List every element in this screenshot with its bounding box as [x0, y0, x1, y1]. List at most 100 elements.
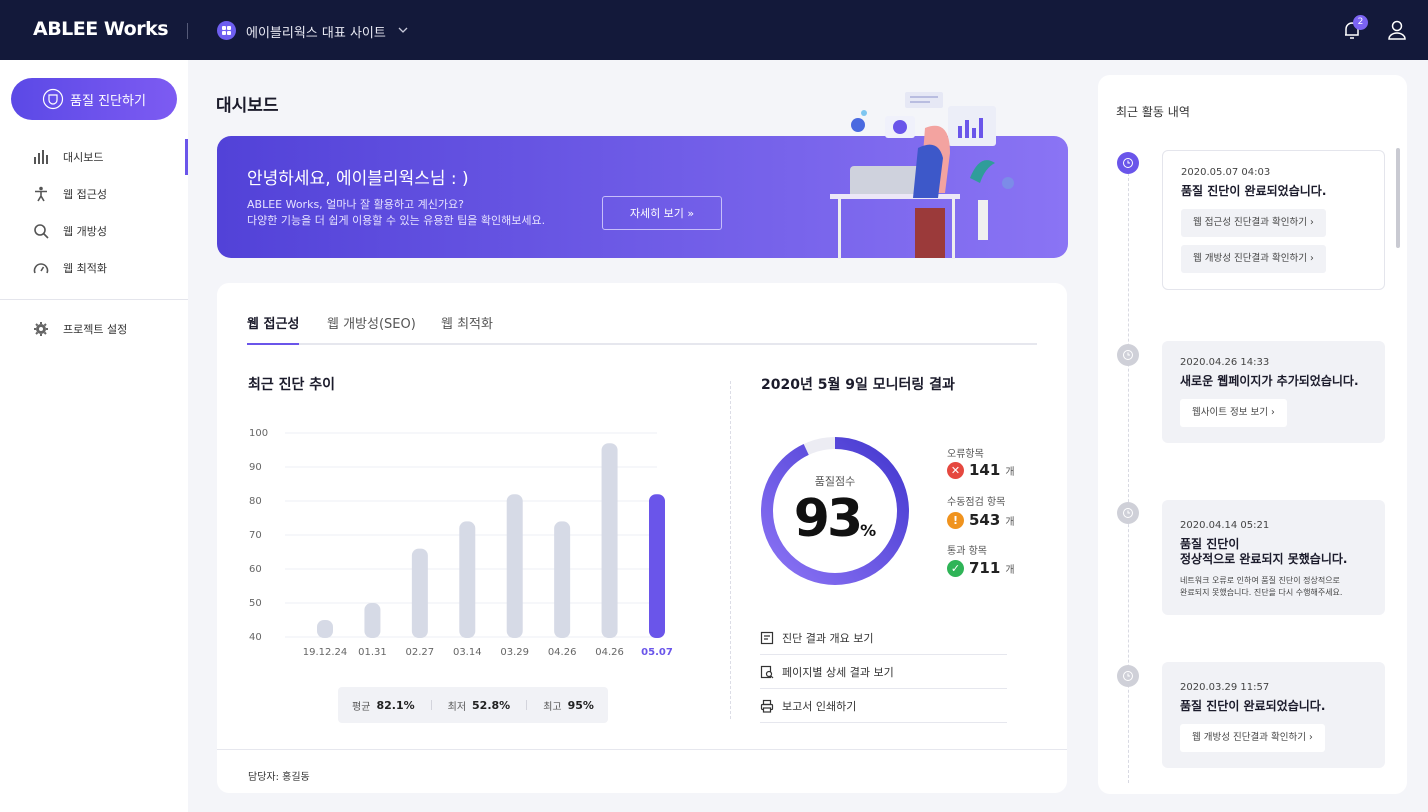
- print-report-link[interactable]: 보고서 인쇄하기: [760, 689, 1007, 723]
- count-unit: 개: [1005, 516, 1015, 528]
- clock-icon: [1117, 344, 1139, 366]
- message-line: 품질 진단이 완료되었습니다.: [1181, 184, 1327, 198]
- monitor-title: 2020년 5월 9일 모니터링 결과: [761, 377, 955, 393]
- bar-chart-icon: [34, 150, 48, 164]
- tab-web-seo[interactable]: 웹 개방성(SEO): [327, 313, 416, 345]
- activity-description: 네트워크 오류로 인하여 품질 진단이 정상적으로 완료되지 못했습니다. 진단…: [1180, 575, 1367, 599]
- gauge-icon: [33, 263, 49, 274]
- sidebar-item-openness[interactable]: 웹 개방성: [0, 213, 188, 249]
- activity-scrollbar[interactable]: [1396, 148, 1400, 248]
- clock-icon: [1117, 502, 1139, 524]
- openness-result-button[interactable]: 웹 개방성 진단결과 확인하기 ›: [1180, 724, 1325, 752]
- bar: [411, 548, 428, 638]
- document-search-icon: [760, 665, 774, 678]
- activity-date: 2020.04.26 14:33: [1180, 357, 1270, 368]
- bar: [364, 603, 381, 638]
- activity-item: 2020.05.07 04:03 품질 진단이 완료되었습니다. 웹 접근성 진…: [1162, 150, 1385, 290]
- score-unit: %: [860, 521, 877, 540]
- notification-badge: 2: [1353, 15, 1368, 30]
- accessibility-result-button[interactable]: 웹 접근성 진단결과 확인하기 ›: [1181, 209, 1326, 237]
- bar: [649, 494, 665, 638]
- page-detail-link[interactable]: 페이지별 상세 결과 보기: [760, 655, 1007, 689]
- sidebar-item-label: 웹 접근성: [63, 188, 107, 201]
- activity-message: 품질 진단이 완료되었습니다.: [1180, 699, 1367, 714]
- page-title: 대시보드: [216, 96, 279, 116]
- score-number: 93: [793, 489, 863, 549]
- banner-description: ABLEE Works, 얼마나 잘 활용하고 계신가요? 다양한 기능을 더 …: [247, 197, 545, 229]
- x-tick-label: 03.14: [453, 647, 482, 658]
- tab-web-optimization[interactable]: 웹 최적화: [441, 313, 493, 345]
- y-tick-label: 50: [249, 598, 262, 609]
- score-label: 품질점수: [814, 475, 856, 488]
- clock-icon: [1117, 665, 1139, 687]
- sidebar-item-label: 프로젝트 설정: [63, 323, 128, 336]
- sidebar-item-accessibility[interactable]: 웹 접근성: [0, 176, 188, 212]
- activity-date: 2020.05.07 04:03: [1181, 167, 1271, 178]
- diagnosis-card: 웹 접근성 웹 개방성(SEO) 웹 최적화 최근 진단 추이 100 90 80 7…: [217, 283, 1067, 793]
- manager-info: 담당자: 홍길동: [248, 772, 310, 783]
- manual-count: ! 543 개: [947, 511, 1015, 529]
- logo[interactable]: ABLEE Works: [33, 18, 169, 40]
- shield-icon: [42, 88, 64, 110]
- document-icon: [760, 631, 774, 644]
- manual-value: 543: [969, 511, 1001, 529]
- tab-bar: 웹 접근성 웹 개방성(SEO) 웹 최적화: [247, 311, 1037, 345]
- tab-web-accessibility[interactable]: 웹 접근성: [247, 313, 300, 345]
- desc-line: 완료되지 못했습니다. 진단을 다시 수행해주세요.: [1180, 588, 1343, 597]
- y-tick-label: 60: [249, 564, 262, 575]
- avg-label: 평균: [352, 701, 371, 713]
- gear-icon: [34, 322, 48, 336]
- sidebar-item-label: 대시보드: [63, 151, 104, 164]
- website-info-button[interactable]: 웹사이트 정보 보기 ›: [1180, 399, 1287, 427]
- max-label: 최고: [543, 701, 562, 713]
- link-label: 보고서 인쇄하기: [782, 699, 857, 713]
- x-tick-label: 19.12.24: [303, 647, 348, 658]
- y-tick-label: 70: [249, 530, 262, 541]
- sidebar-item-project-settings[interactable]: 프로젝트 설정: [0, 311, 188, 347]
- openness-result-button[interactable]: 웹 개방성 진단결과 확인하기 ›: [1181, 245, 1326, 273]
- site-selector[interactable]: 에이블리웍스 대표 사이트: [246, 22, 386, 41]
- sidebar-item-dashboard[interactable]: 대시보드: [0, 139, 188, 175]
- message-line: 정상적으로 완료되지 못했습니다.: [1180, 552, 1348, 566]
- site-grid-icon[interactable]: [217, 21, 236, 40]
- x-tick-label: 03.29: [500, 647, 529, 658]
- pass-label: 통과 항목: [947, 546, 987, 557]
- desc-line: 네트워크 오류로 인하여 품질 진단이 정상적으로: [1180, 576, 1340, 585]
- y-tick-label: 80: [249, 496, 262, 507]
- activity-message: 품질 진단이 완료되었습니다.: [1181, 184, 1366, 199]
- x-tick-label: 01.31: [358, 647, 387, 658]
- pass-value: 711: [969, 559, 1001, 577]
- error-label: 오류항목: [947, 449, 984, 460]
- count-unit: 개: [1005, 564, 1015, 576]
- quality-diagnosis-button[interactable]: 품질 진단하기: [11, 78, 177, 120]
- pass-count: ✓ 711 개: [947, 559, 1015, 577]
- activity-message: 품질 진단이 정상적으로 완료되지 못했습니다.: [1180, 537, 1367, 567]
- x-tick-label: 05.07: [641, 647, 673, 658]
- timeline-line: [1128, 163, 1129, 783]
- link-label: 페이지별 상세 결과 보기: [782, 665, 894, 679]
- banner-line: ABLEE Works, 얼마나 잘 활용하고 계신가요?: [247, 198, 464, 211]
- activity-date: 2020.03.29 11:57: [1180, 682, 1270, 693]
- trend-stats: 평균 82.1% 최저 52.8% 최고 95%: [338, 687, 608, 723]
- user-icon[interactable]: [1386, 19, 1408, 41]
- quality-diagnosis-label: 품질 진단하기: [70, 93, 146, 109]
- bar: [506, 494, 523, 638]
- chevron-down-icon[interactable]: [397, 24, 409, 36]
- score-value: 93%: [757, 489, 913, 549]
- count-unit: 개: [1005, 466, 1015, 478]
- min-value: 52.8%: [472, 698, 511, 712]
- link-label: 진단 결과 개요 보기: [782, 631, 874, 645]
- printer-icon: [760, 699, 774, 713]
- stats-divider: [430, 700, 432, 710]
- check-icon: ✓: [947, 559, 964, 577]
- accessibility-icon: [35, 186, 47, 202]
- sidebar-divider: [0, 299, 188, 300]
- activity-panel: 최근 활동 내역 2020.05.07 04:03 품질 진단이 완료되었습니다…: [1098, 75, 1407, 794]
- sidebar-item-optimization[interactable]: 웹 최적화: [0, 250, 188, 286]
- overview-link[interactable]: 진단 결과 개요 보기: [760, 621, 1007, 655]
- bar: [459, 521, 476, 638]
- learn-more-button[interactable]: 자세히 보기 »: [602, 196, 722, 230]
- error-icon: ✕: [947, 461, 964, 479]
- y-tick-label: 90: [249, 462, 262, 473]
- message-line: 새로운 웹페이지가 추가되었습니다.: [1180, 374, 1359, 388]
